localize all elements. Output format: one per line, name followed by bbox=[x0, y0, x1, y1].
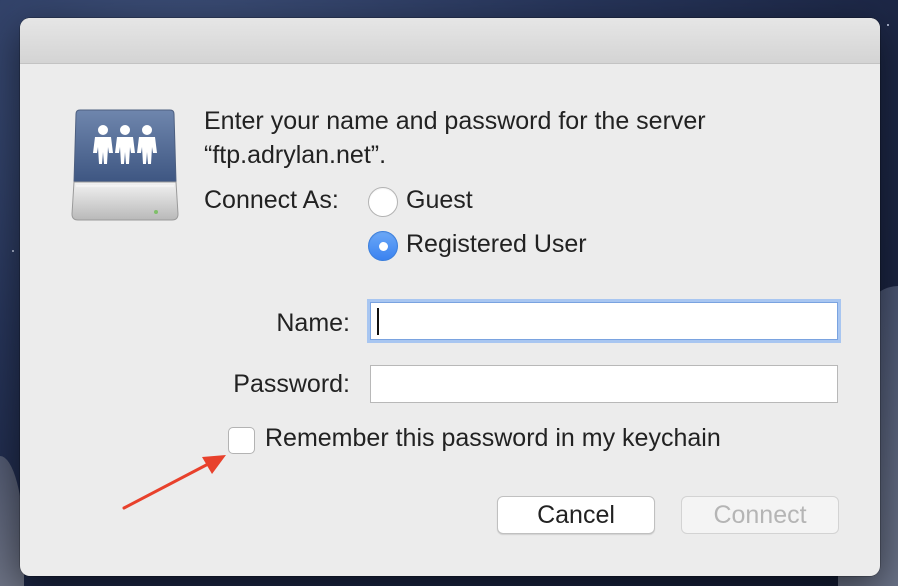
connect-as-label: Connect As: bbox=[204, 186, 339, 214]
guest-radio[interactable] bbox=[368, 187, 398, 217]
password-field[interactable] bbox=[370, 365, 838, 403]
name-label: Name: bbox=[276, 309, 350, 337]
dialog-titlebar bbox=[20, 18, 880, 64]
dialog-prompt: Enter your name and password for the ser… bbox=[204, 104, 844, 172]
registered-user-radio-label[interactable]: Registered User bbox=[406, 230, 587, 259]
prompt-line-1: Enter your name and password for the ser… bbox=[204, 107, 706, 135]
remember-password-checkbox[interactable] bbox=[228, 427, 255, 454]
password-label: Password: bbox=[233, 370, 350, 398]
annotation-arrow-icon bbox=[122, 455, 226, 510]
shared-server-icon bbox=[70, 106, 180, 224]
name-field[interactable] bbox=[370, 302, 838, 340]
remember-password-label[interactable]: Remember this password in my keychain bbox=[265, 424, 721, 453]
connect-button[interactable]: Connect bbox=[681, 496, 839, 534]
background-star bbox=[12, 250, 14, 252]
background-star bbox=[887, 24, 889, 26]
text-caret bbox=[377, 308, 379, 335]
guest-radio-label[interactable]: Guest bbox=[406, 186, 473, 215]
prompt-server-name: “ftp.adrylan.net”. bbox=[204, 141, 387, 169]
cancel-button[interactable]: Cancel bbox=[497, 496, 655, 534]
registered-user-radio[interactable] bbox=[368, 231, 398, 261]
connect-to-server-dialog: Enter your name and password for the ser… bbox=[20, 18, 880, 576]
